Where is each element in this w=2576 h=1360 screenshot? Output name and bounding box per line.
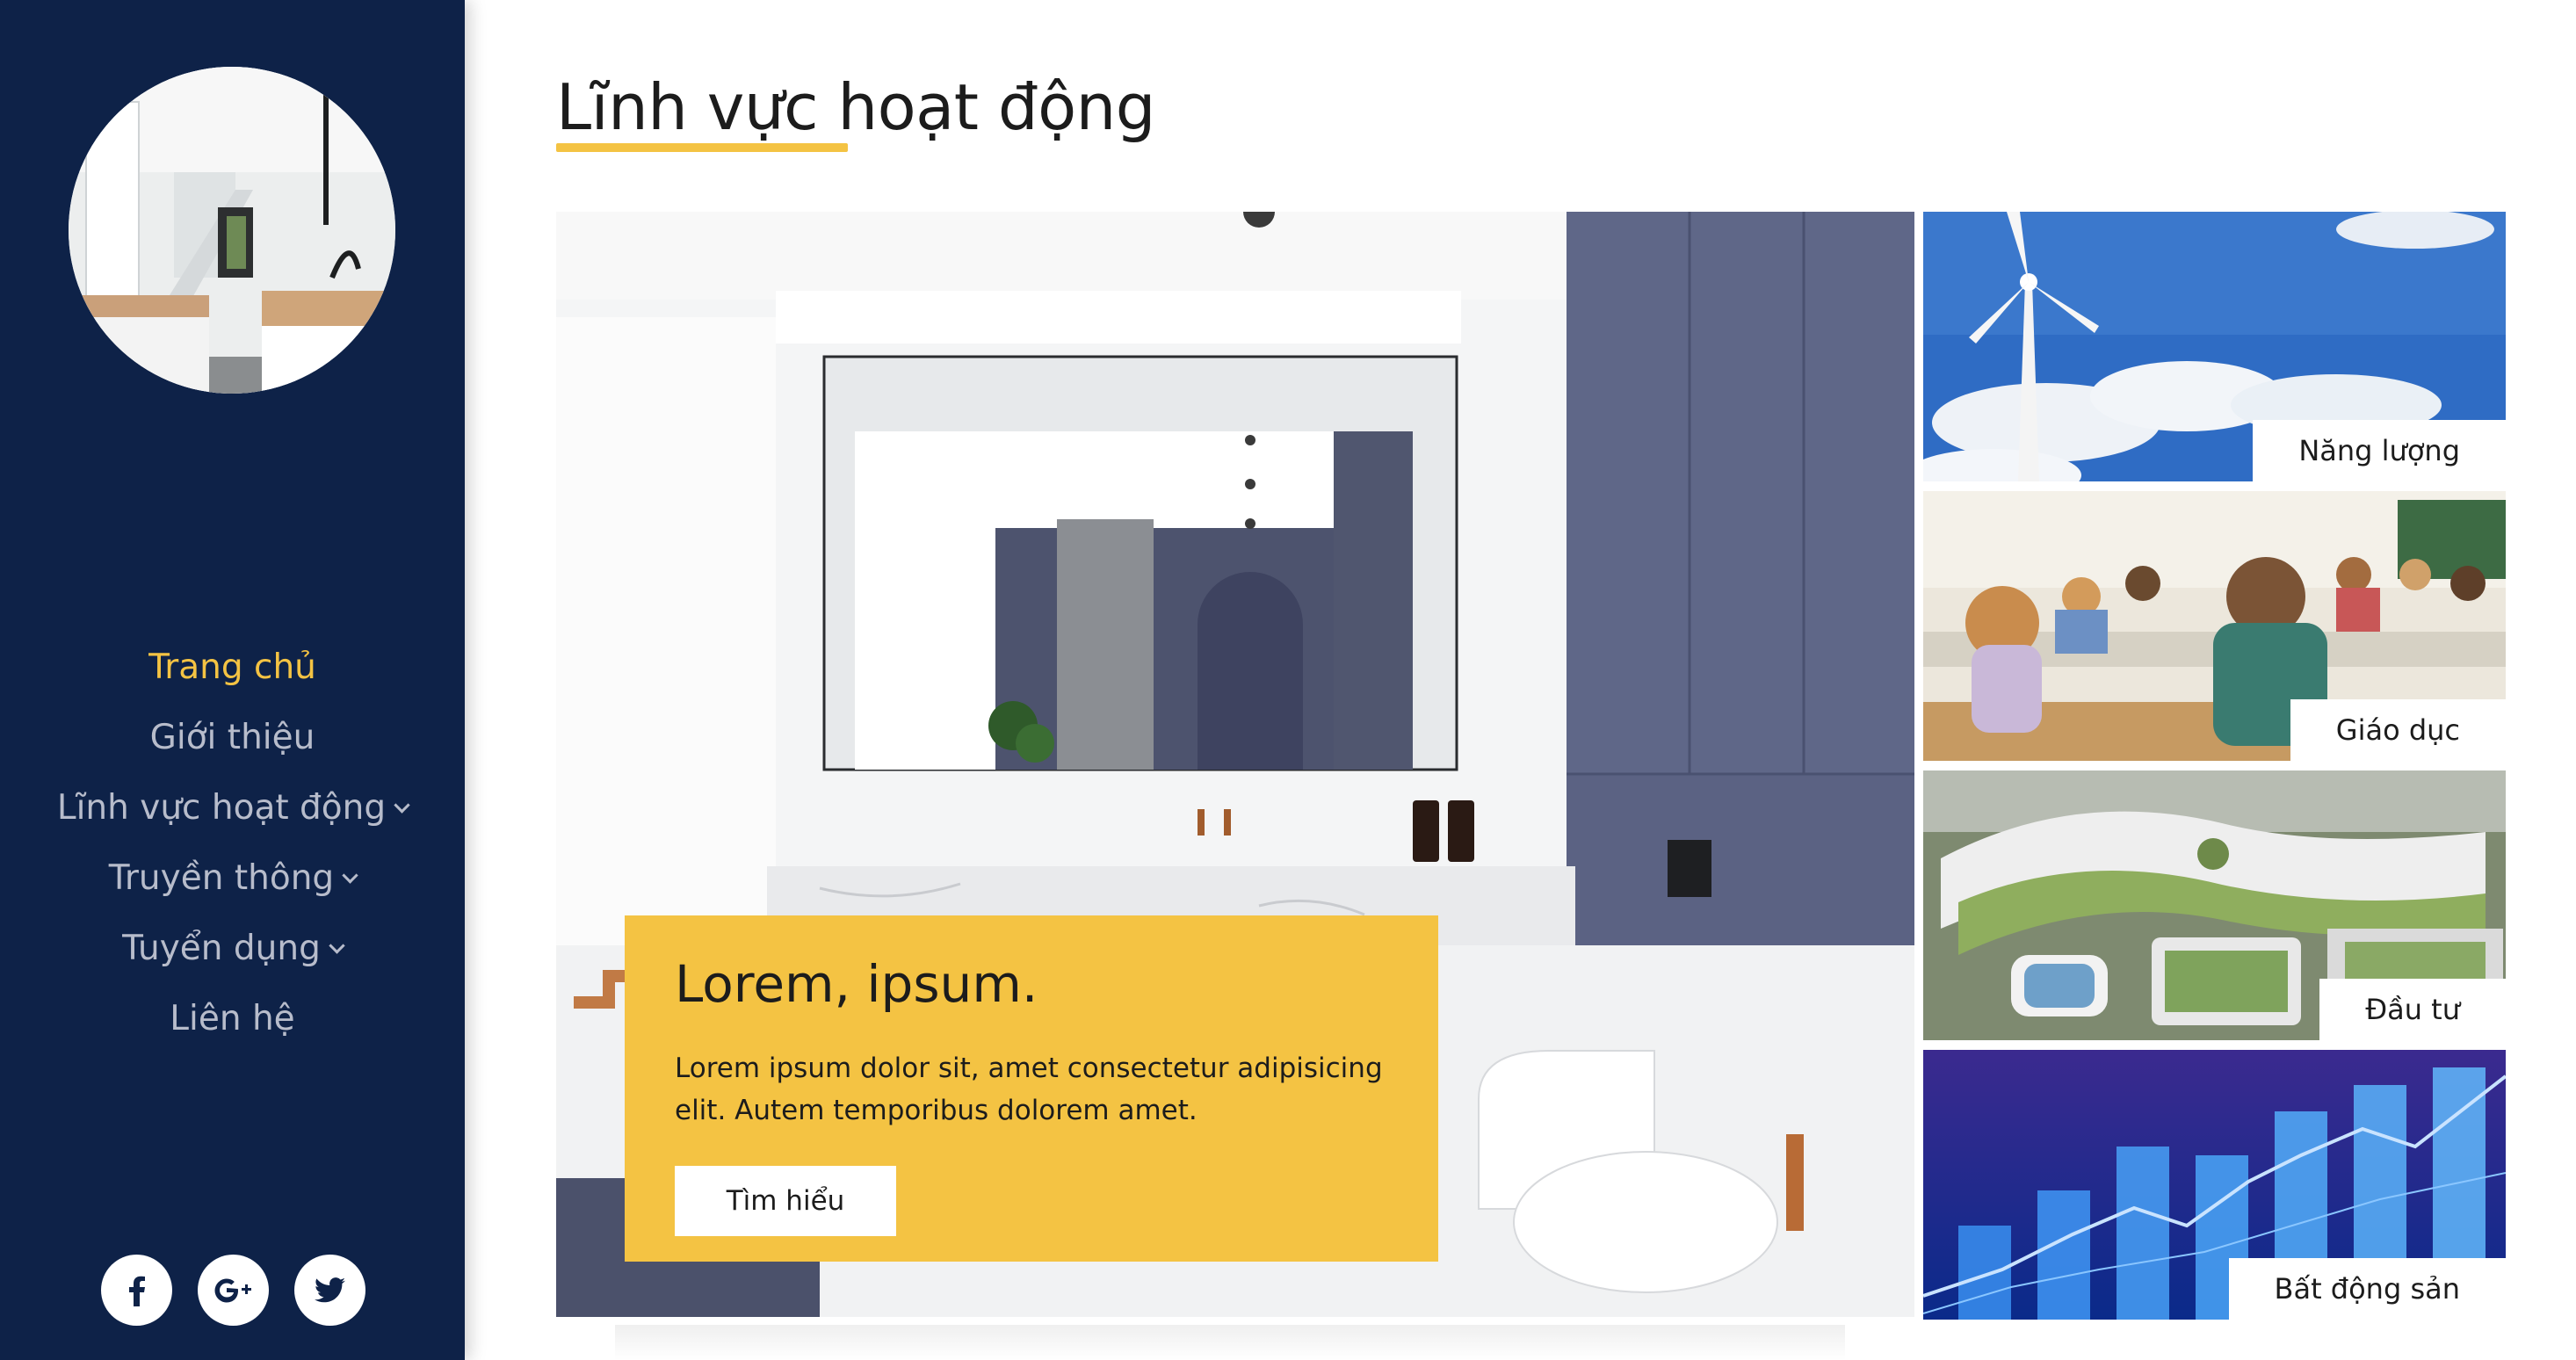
nav-item-fields[interactable]: Lĩnh vực hoạt động — [0, 773, 465, 843]
chevron-down-icon — [342, 867, 358, 884]
nav-item-home[interactable]: Trang chủ — [0, 633, 465, 703]
tile-label[interactable]: Giáo dục — [2290, 699, 2506, 761]
nav-item-label: Giới thiệu — [149, 718, 315, 757]
twitter-button[interactable] — [294, 1255, 365, 1326]
nav-item-label: Lĩnh vực hoạt động — [56, 788, 387, 828]
social-links — [101, 1255, 365, 1326]
facebook-icon — [128, 1276, 145, 1306]
hero-banner: Lorem, ipsum. Lorem ipsum dolor sit, ame… — [556, 212, 1914, 1317]
avatar — [69, 67, 395, 394]
nav-item-label: Tuyển dụng — [122, 929, 321, 968]
chevron-down-icon — [394, 797, 410, 814]
tile-label[interactable]: Năng lượng — [2253, 420, 2506, 481]
hero-heading: Lorem, ipsum. — [675, 954, 1038, 1014]
title-underline — [556, 143, 848, 152]
nav-item-contact[interactable]: Liên hệ — [0, 984, 465, 1054]
sidebar: Trang chủ Giới thiệu Lĩnh vực hoạt động … — [0, 0, 465, 1360]
hero-shadow — [615, 1325, 1845, 1360]
chevron-down-icon — [329, 937, 345, 954]
tile-investment[interactable]: Đầu tư — [1923, 770, 2506, 1040]
main-nav: Trang chủ Giới thiệu Lĩnh vực hoạt động … — [0, 633, 465, 1054]
nav-item-label: Trang chủ — [148, 647, 316, 687]
tile-energy[interactable]: Năng lượng — [1923, 212, 2506, 481]
nav-item-label: Liên hệ — [170, 999, 295, 1038]
google-plus-button[interactable] — [198, 1255, 269, 1326]
field-tiles: Năng lượng Giáo dục Đầu tư Bất động sản — [1923, 212, 2506, 1329]
page-title: Lĩnh vực hoạt động — [556, 70, 1156, 144]
kitchen-photo — [69, 67, 395, 394]
learn-more-button[interactable]: Tìm hiểu — [675, 1166, 896, 1236]
nav-item-media[interactable]: Truyền thông — [0, 843, 465, 914]
tile-education[interactable]: Giáo dục — [1923, 491, 2506, 761]
nav-item-careers[interactable]: Tuyển dụng — [0, 914, 465, 984]
twitter-icon — [314, 1277, 345, 1302]
tile-label[interactable]: Bất động sản — [2228, 1258, 2506, 1320]
hero-card: Lorem, ipsum. Lorem ipsum dolor sit, ame… — [625, 915, 1438, 1262]
google-plus-icon — [214, 1278, 251, 1302]
nav-item-about[interactable]: Giới thiệu — [0, 703, 465, 773]
facebook-button[interactable] — [101, 1255, 172, 1326]
tile-real-estate[interactable]: Bất động sản — [1923, 1050, 2506, 1320]
tile-label[interactable]: Đầu tư — [2319, 979, 2506, 1040]
hero-description: Lorem ipsum dolor sit, amet consectetur … — [675, 1053, 1383, 1126]
nav-item-label: Truyền thông — [108, 858, 335, 898]
